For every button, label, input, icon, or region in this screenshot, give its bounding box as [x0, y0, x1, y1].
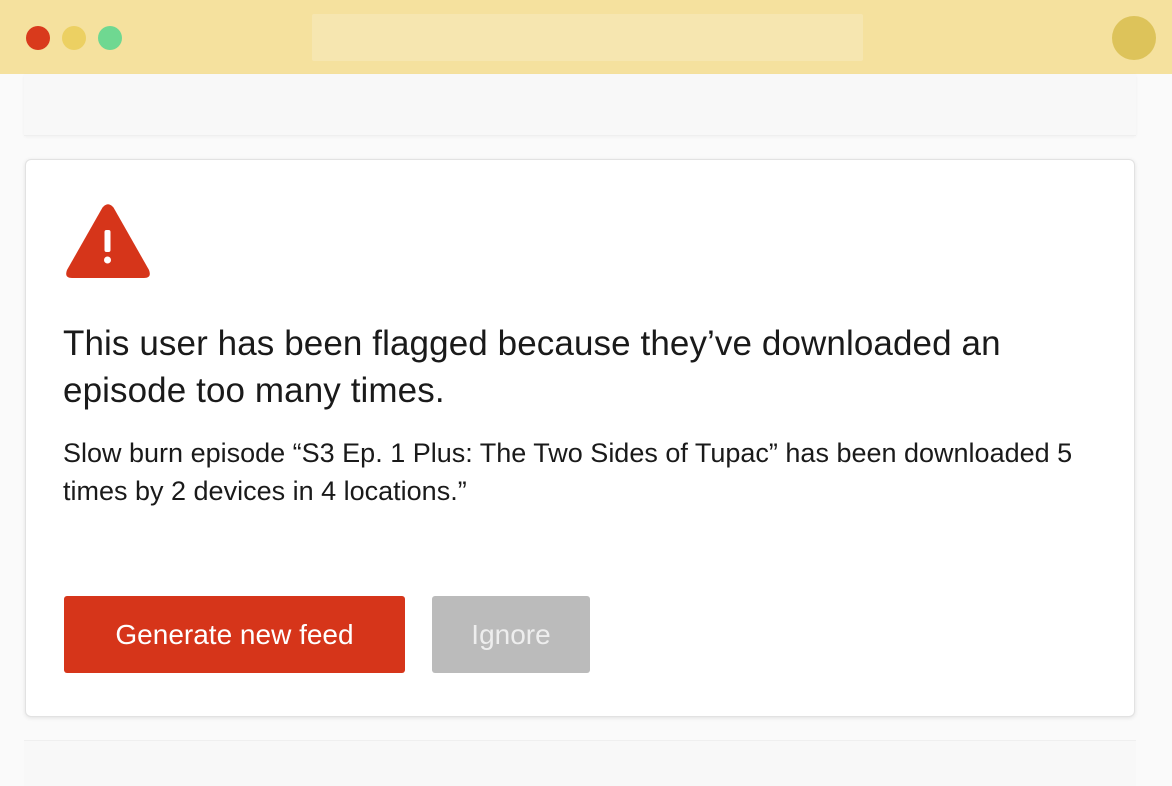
alert-title: This user has been flagged because they’… [63, 324, 1001, 410]
warning-triangle-icon [66, 204, 150, 278]
warning-exclamation-bar [104, 230, 111, 252]
browser-window: This user has been flagged because they’… [0, 0, 1172, 786]
flagged-user-alert-card: This user has been flagged because they’… [25, 159, 1135, 717]
minimize-window-button[interactable] [62, 26, 86, 50]
warning-exclamation-dot [104, 256, 111, 264]
ignore-button[interactable]: Ignore [432, 596, 590, 673]
page-content: This user has been flagged because they’… [0, 74, 1172, 786]
zoom-window-button[interactable] [98, 26, 122, 50]
generate-new-feed-button[interactable]: Generate new feed [64, 596, 405, 673]
browser-titlebar [0, 0, 1172, 74]
address-bar[interactable] [312, 14, 863, 61]
profile-avatar[interactable] [1112, 16, 1156, 60]
placeholder-card-top [24, 74, 1136, 136]
placeholder-card-bottom [24, 740, 1136, 786]
alert-description: Slow burn episode “S3 Ep. 1 Plus: The Tw… [63, 438, 1073, 506]
close-window-button[interactable] [26, 26, 50, 50]
